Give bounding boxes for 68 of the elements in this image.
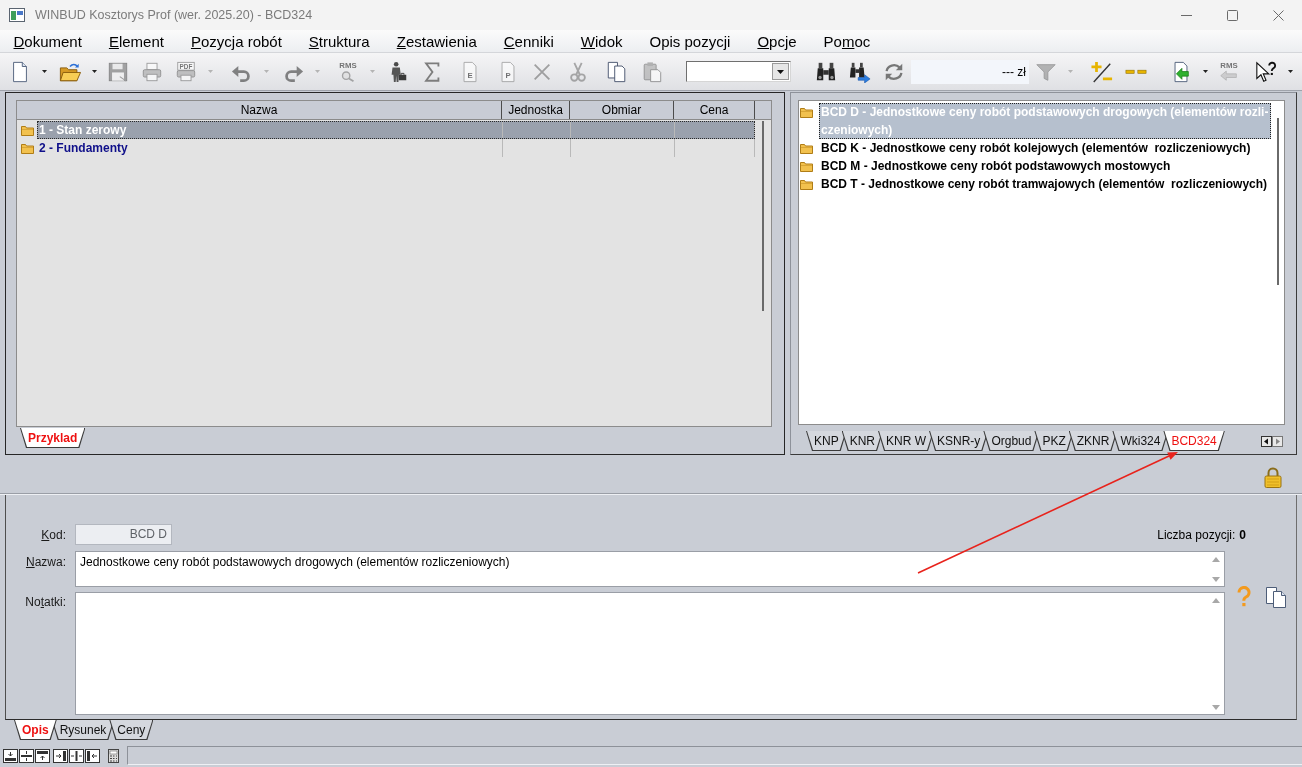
- split-rows-icon[interactable]: [19, 748, 34, 763]
- row-name: 2 - Fundamenty: [38, 140, 129, 157]
- table-row[interactable]: 2 - Fundamenty: [37, 139, 755, 157]
- caret-icon[interactable]: [1202, 70, 1208, 73]
- binoculars-icon[interactable]: [815, 60, 837, 83]
- split-columns-icon[interactable]: [69, 748, 84, 763]
- notes-field[interactable]: [75, 592, 1225, 715]
- menu-item[interactable]: Opcje: [743, 30, 811, 52]
- menu-item[interactable]: Widok: [567, 30, 636, 52]
- folder-icon: [800, 161, 813, 172]
- caret-icon[interactable]: [41, 70, 47, 73]
- field-label: Kod:: [40, 527, 66, 542]
- help-pointer-icon[interactable]: [1255, 60, 1277, 83]
- minimize-icon[interactable]: [1180, 14, 1192, 16]
- column-header[interactable]: Nazwa: [17, 101, 502, 119]
- maximize-icon[interactable]: [1226, 9, 1238, 21]
- combo-field[interactable]: [686, 61, 791, 82]
- tree-item[interactable]: BCD T - Jednostkowe ceny robót tramwajowych (elementów rozliczeniowych): [819, 175, 1271, 193]
- calculator-icon[interactable]: [106, 748, 121, 763]
- row-name: 1 - Stan zerowy: [38, 122, 128, 139]
- align-bottom-icon[interactable]: [3, 748, 18, 763]
- folder-icon: [800, 143, 813, 154]
- align-top-icon[interactable]: [35, 748, 50, 763]
- count-label: Liczba pozycji:: [1157, 527, 1236, 542]
- padlock-icon[interactable]: [1264, 467, 1282, 488]
- left-right-arrows-icon[interactable]: [1261, 436, 1283, 447]
- column-header[interactable]: Cena: [674, 101, 755, 119]
- caret-icon[interactable]: [1287, 70, 1293, 73]
- scrollbar-thumb[interactable]: [1276, 118, 1279, 285]
- menu-item[interactable]: Opis pozycji: [636, 30, 744, 52]
- scroll-up-icon[interactable]: [1211, 557, 1220, 562]
- align-left-icon[interactable]: [85, 748, 100, 763]
- menu-item[interactable]: Struktura: [295, 30, 384, 52]
- menu-item[interactable]: Element: [95, 30, 178, 52]
- scroll-down-icon[interactable]: [1211, 705, 1220, 710]
- folder-icon: [800, 107, 813, 118]
- binoculars-arrow-icon[interactable]: [849, 60, 871, 83]
- folder-icon: [800, 179, 813, 190]
- name-field[interactable]: Jednostkowe ceny robót podstawowych drogowych (elementów rozliczeniowych): [75, 551, 1225, 587]
- field-label: Nazwa:: [24, 554, 66, 569]
- menu-item[interactable]: Cenniki: [490, 30, 568, 52]
- folder-icon: [20, 124, 34, 136]
- menu-item[interactable]: Pomoc: [810, 30, 884, 52]
- copy-icon[interactable]: [606, 60, 628, 83]
- window-title: WINBUD Kosztorys Prof (wer. 2025.20) - BCD324: [35, 8, 313, 22]
- menu-item[interactable]: Pozycja robót: [177, 30, 296, 52]
- column-header[interactable]: Jednostka: [502, 101, 570, 119]
- tree-item[interactable]: BCD M - Jednostkowe ceny robót podstawowych mostowych: [819, 157, 1271, 175]
- tab[interactable]: KSNR-y: [929, 431, 989, 451]
- folder-icon: [20, 142, 34, 154]
- align-right-icon[interactable]: [53, 748, 68, 763]
- scroll-down-icon[interactable]: [1211, 577, 1220, 582]
- price-field[interactable]: --- zł: [911, 59, 1029, 84]
- tree-item[interactable]: BCD K - Jednostkowe ceny robót kolejowych (elementów rozliczeniowych): [819, 139, 1271, 157]
- count-value: 0: [1239, 527, 1246, 542]
- tab[interactable]: Przyklad: [20, 428, 86, 448]
- menu-item[interactable]: Dokument: [0, 30, 96, 52]
- column-header[interactable]: Obmiar: [570, 101, 674, 119]
- app-icon: [9, 8, 25, 22]
- scroll-up-icon[interactable]: [1211, 598, 1220, 603]
- scrollbar-thumb[interactable]: [762, 121, 764, 311]
- close-icon[interactable]: [1272, 9, 1284, 21]
- menu-item[interactable]: Zestawienia: [383, 30, 491, 52]
- plus-minus-icon[interactable]: [1091, 60, 1113, 83]
- caret-icon[interactable]: [91, 70, 97, 73]
- field-label: Notatki:: [24, 594, 66, 609]
- tab[interactable]: BCD324: [1163, 431, 1225, 451]
- copy-icon[interactable]: [1265, 586, 1287, 608]
